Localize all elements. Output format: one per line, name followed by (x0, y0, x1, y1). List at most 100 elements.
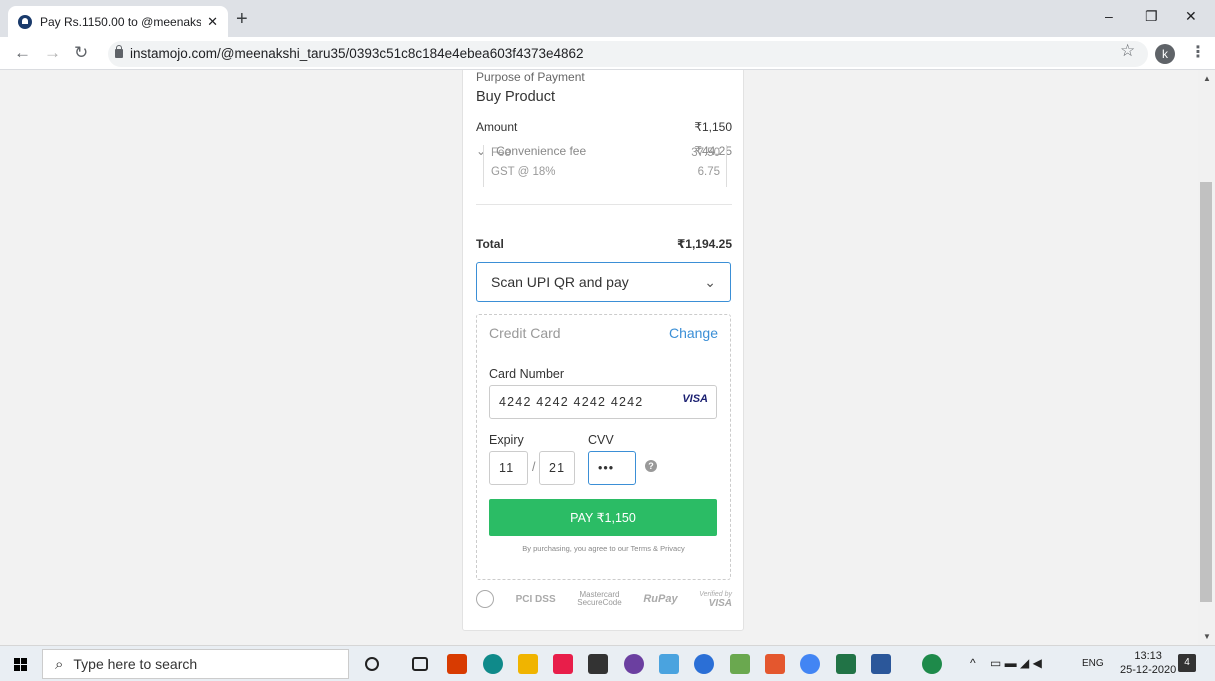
page-viewport: Purpose of Payment Buy Product Amount ₹1… (0, 70, 1198, 645)
clock-date: 25-12-2020 (1120, 664, 1177, 676)
purpose-label: Purpose of Payment (476, 70, 585, 84)
taskbar-search-placeholder: Type here to search (73, 656, 198, 672)
taskbar-search-box[interactable]: ⌕ Type here to search (42, 649, 349, 679)
tab-close-icon[interactable]: ✕ (207, 14, 218, 30)
file-explorer-icon[interactable] (518, 654, 538, 674)
app-icon[interactable] (553, 654, 573, 674)
scroll-down-icon[interactable]: ▼ (1203, 632, 1211, 641)
app-icon-6[interactable] (765, 654, 785, 674)
clock-time: 13:13 (1134, 650, 1162, 662)
browser-toolbar: ← → ↻ instamojo.com/@meenakshi_taru35/03… (0, 37, 1215, 70)
mastercard-line2: SecureCode (577, 598, 622, 607)
security-seal-icon (476, 590, 494, 608)
total-row: Total ₹1,194.25 (476, 237, 732, 251)
cvv-value: ••• (598, 461, 615, 475)
total-label: Total (476, 237, 504, 251)
profile-avatar[interactable]: k (1155, 44, 1175, 64)
new-tab-button[interactable]: + (236, 8, 248, 31)
address-bar[interactable]: instamojo.com/@meenakshi_taru35/0393c51c… (108, 41, 1148, 67)
edge-icon[interactable] (483, 654, 503, 674)
forward-arrow-icon[interactable]: → (44, 43, 61, 63)
app-icon-2[interactable] (624, 654, 644, 674)
scroll-up-icon[interactable]: ▲ (1203, 74, 1211, 83)
credit-card-title: Credit Card (489, 325, 561, 341)
gst-value: 6.75 (697, 166, 720, 178)
back-arrow-icon[interactable]: ← (14, 43, 31, 63)
pci-dss-badge: PCI DSS (515, 593, 556, 605)
fee-label: Fee (491, 147, 511, 159)
chrome-menu-icon[interactable]: ⋮ (1190, 42, 1206, 62)
minimize-button[interactable]: – (1105, 8, 1113, 24)
search-icon: ⌕ (55, 655, 64, 673)
card-number-input[interactable]: 4242 4242 4242 4242 VISA (489, 385, 717, 419)
total-value: ₹1,194.25 (676, 237, 732, 251)
visa-line1: Verified by (699, 591, 732, 598)
cvv-label: CVV (588, 433, 614, 447)
terms-text: By purchasing, you agree to our Terms & … (522, 544, 685, 553)
language-indicator[interactable]: ENG (1082, 658, 1104, 669)
gst-row: GST @ 18% 6.75 (491, 166, 720, 178)
amount-row: Amount ₹1,150 (476, 120, 732, 134)
cvv-help-icon[interactable]: ? (645, 460, 657, 472)
app-icon-7[interactable] (922, 654, 942, 674)
restore-button[interactable]: ❐ (1145, 8, 1158, 25)
expiry-label: Expiry (489, 433, 524, 447)
task-view-icon[interactable] (412, 657, 428, 671)
reload-icon[interactable]: ↻ (74, 43, 88, 63)
expiry-year-input[interactable]: 21 (539, 451, 575, 485)
bookmark-star-icon[interactable]: ☆ (1120, 41, 1135, 61)
verified-by-visa-badge: Verified by VISA (699, 589, 732, 609)
tab-strip: Pay Rs.1150.00 to @meenakshi_t ✕ + – ❐ ✕ (0, 0, 1215, 37)
store-icon[interactable] (588, 654, 608, 674)
payment-card: Purpose of Payment Buy Product Amount ₹1… (462, 70, 744, 631)
purpose-value: Buy Product (476, 89, 555, 105)
lock-icon (115, 45, 123, 58)
mastercard-securecode-badge: Mastercard SecureCode (577, 591, 621, 607)
page-scrollbar[interactable]: ▲ ▼ (1198, 70, 1215, 645)
tray-chevron-icon[interactable]: ^ (970, 656, 976, 670)
powerpoint-icon[interactable] (447, 654, 467, 674)
visa-card-icon: VISA (682, 393, 708, 405)
cortana-icon[interactable] (365, 657, 379, 671)
security-badges: PCI DSS Mastercard SecureCode RuPay Veri… (476, 589, 732, 609)
fee-row: Fee 37.50 (491, 147, 720, 159)
change-link[interactable]: Change (669, 325, 718, 341)
visa-line2: VISA (708, 598, 732, 609)
gst-label: GST @ 18% (491, 166, 556, 178)
expiry-month-value: 11 (499, 461, 515, 475)
browser-tab[interactable]: Pay Rs.1150.00 to @meenakshi_t ✕ (8, 6, 228, 37)
windows-start-icon[interactable] (14, 658, 27, 671)
notification-center-icon[interactable]: 4 (1178, 654, 1196, 672)
chrome-icon[interactable] (800, 654, 820, 674)
close-window-button[interactable]: ✕ (1185, 8, 1197, 25)
instamojo-favicon-icon (18, 14, 32, 29)
payment-method-value: Scan UPI QR and pay (491, 274, 629, 290)
expiry-year-value: 21 (549, 461, 566, 475)
fee-value: 37.50 (691, 147, 720, 159)
windows-taskbar: ⌕ Type here to search ^ ▭ ▬ ◢ ◀ ENG 13:1… (0, 645, 1215, 681)
tray-icons[interactable]: ▭ ▬ ◢ ◀ (990, 656, 1042, 670)
scrollbar-thumb[interactable] (1200, 182, 1212, 602)
amount-label: Amount (476, 120, 518, 134)
credit-card-form: Credit Card Change Card Number 4242 4242… (476, 314, 731, 580)
app-icon-3[interactable] (659, 654, 679, 674)
card-number-label: Card Number (489, 367, 565, 381)
tab-title: Pay Rs.1150.00 to @meenakshi_t (40, 14, 202, 29)
amount-value: ₹1,150 (694, 120, 732, 134)
card-number-value: 4242 4242 4242 4242 (499, 395, 644, 409)
expiry-separator: / (532, 460, 536, 474)
taskbar-clock[interactable]: 13:13 25-12-2020 (1120, 649, 1176, 677)
fee-breakdown: Fee 37.50 GST @ 18% 6.75 (483, 145, 727, 187)
cvv-input[interactable]: ••• (588, 451, 636, 485)
rupay-badge: RuPay (643, 593, 678, 605)
payment-method-select[interactable]: Scan UPI QR and pay ⌄ (476, 262, 731, 302)
divider (476, 204, 732, 205)
word-icon[interactable] (871, 654, 891, 674)
excel-icon[interactable] (836, 654, 856, 674)
app-icon-5[interactable] (730, 654, 750, 674)
chevron-down-icon: ⌄ (704, 273, 716, 290)
pay-button[interactable]: PAY ₹1,150 (489, 499, 717, 536)
app-icon-4[interactable] (694, 654, 714, 674)
url-text: instamojo.com/@meenakshi_taru35/0393c51c… (130, 46, 584, 61)
expiry-month-input[interactable]: 11 (489, 451, 528, 485)
